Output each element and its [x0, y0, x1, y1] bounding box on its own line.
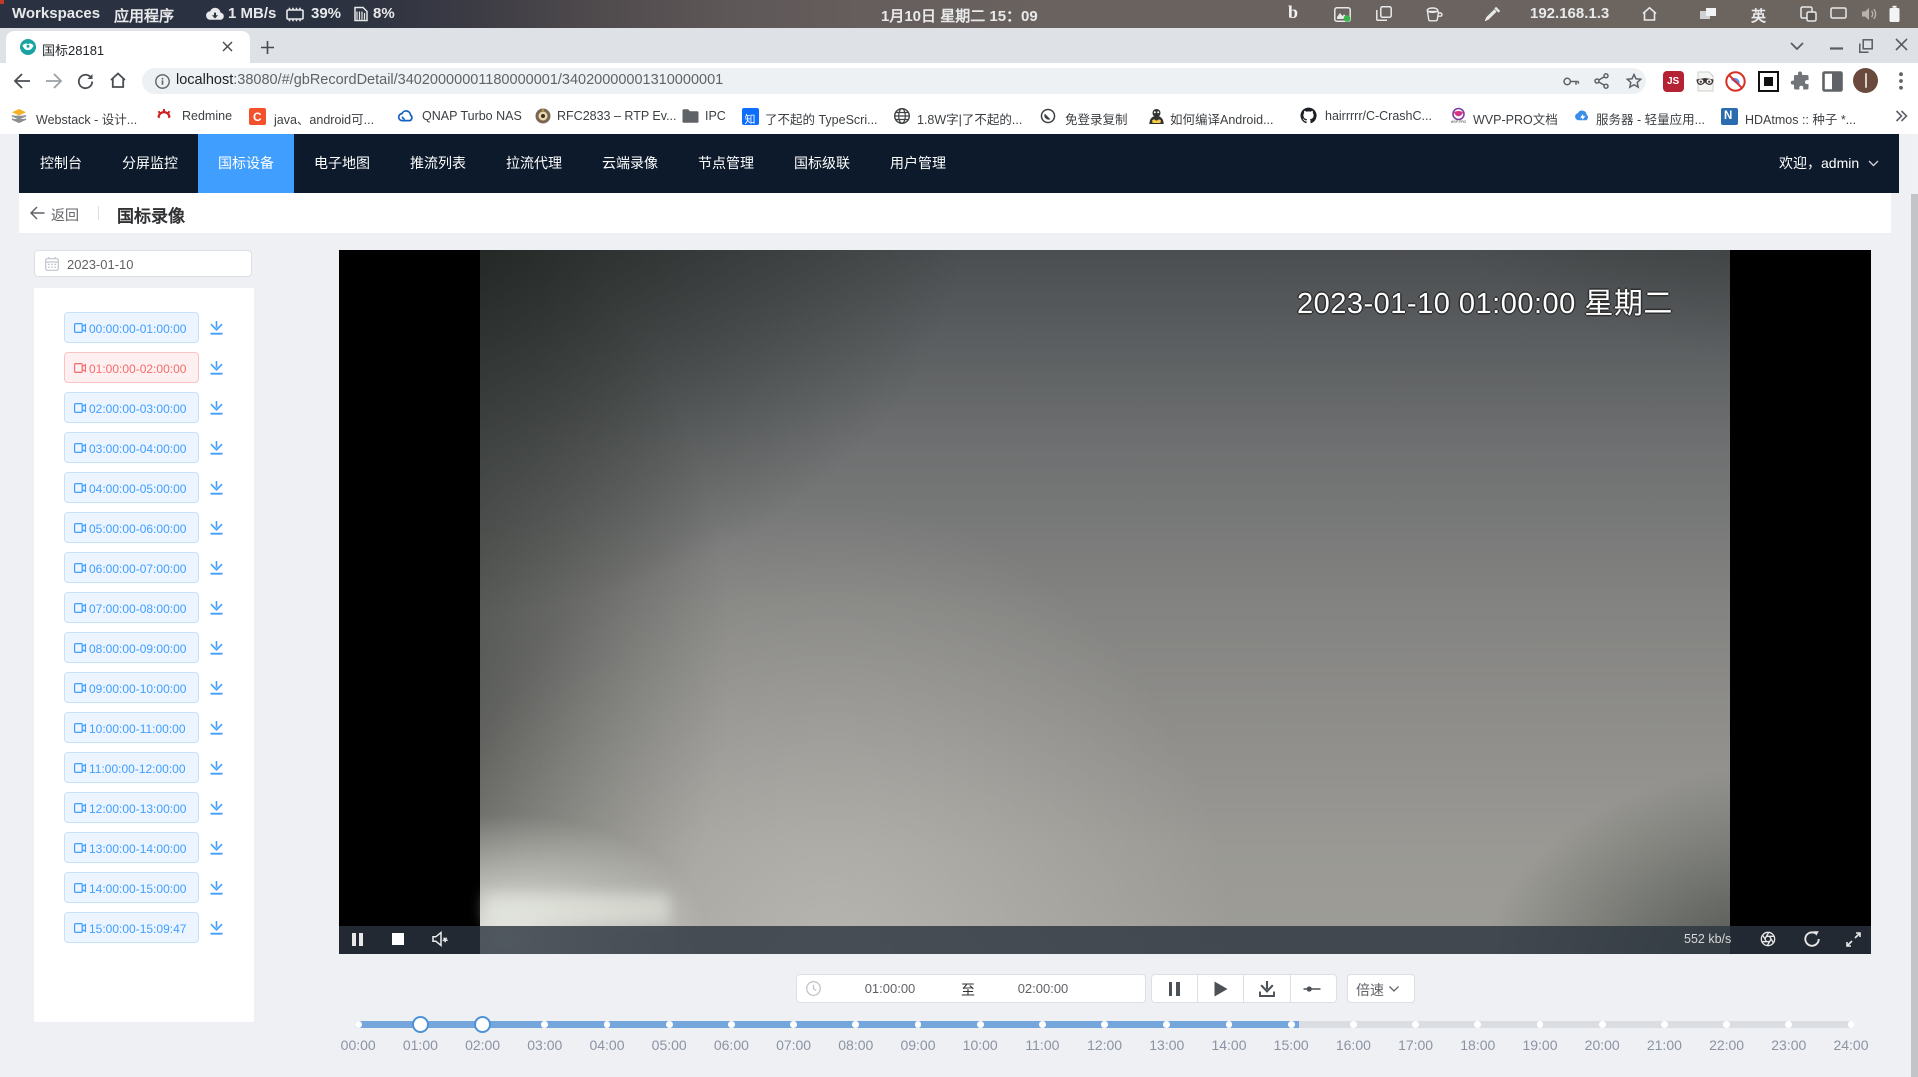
- svg-text:WVP-PRO: WVP-PRO: [1451, 120, 1467, 124]
